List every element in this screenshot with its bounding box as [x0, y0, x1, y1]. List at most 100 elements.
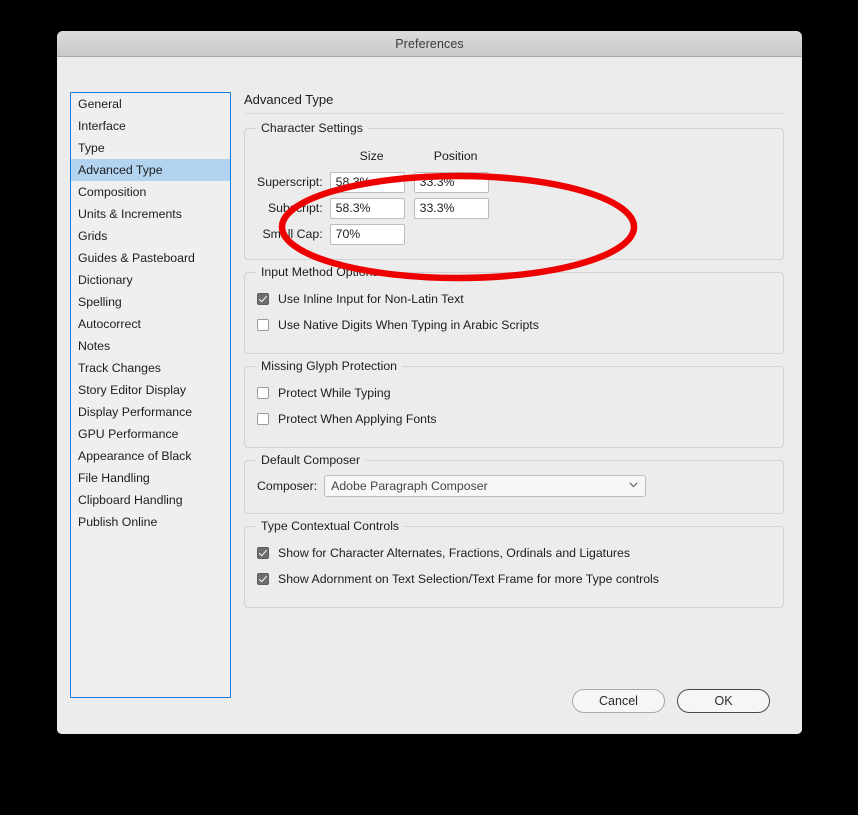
- sidebar-item-label: Track Changes: [78, 361, 161, 375]
- sidebar-item-spelling[interactable]: Spelling: [71, 291, 230, 313]
- checkbox-row-use-inline-input[interactable]: Use Inline Input for Non-Latin Text: [257, 288, 771, 310]
- subscript-position-input[interactable]: [413, 197, 489, 219]
- preferences-category-list[interactable]: General Interface Type Advanced Type Composi…: [70, 92, 231, 698]
- dialog-buttons: Cancel OK: [572, 689, 770, 713]
- table-row: Subscript:: [257, 195, 498, 221]
- superscript-size-input[interactable]: [329, 171, 405, 193]
- cell-small-cap-size: [329, 221, 414, 247]
- sidebar-item-label: Dictionary: [78, 273, 133, 287]
- sidebar-item-label: Clipboard Handling: [78, 493, 183, 507]
- cell-superscript-position: [413, 169, 498, 195]
- checkbox-icon[interactable]: [257, 319, 269, 331]
- small-cap-size-input[interactable]: [329, 223, 405, 245]
- window-title: Preferences: [395, 36, 464, 51]
- sidebar-item-notes[interactable]: Notes: [71, 335, 230, 357]
- checkbox-icon[interactable]: [257, 573, 269, 585]
- checkbox-row-use-native-digits[interactable]: Use Native Digits When Typing in Arabic …: [257, 314, 771, 336]
- checkbox-label: Protect When Applying Fonts: [278, 412, 437, 426]
- cell-subscript-size: [329, 195, 414, 221]
- sidebar-item-gpu-performance[interactable]: GPU Performance: [71, 423, 230, 445]
- group-default-composer: Default Composer Composer: Adobe Paragra…: [244, 453, 784, 514]
- checkbox-row-show-adornment[interactable]: Show Adornment on Text Selection/Text Fr…: [257, 568, 771, 590]
- checkbox-row-protect-while-typing[interactable]: Protect While Typing: [257, 382, 771, 404]
- checkbox-row-show-character-alternates[interactable]: Show for Character Alternates, Fractions…: [257, 542, 771, 564]
- label-subscript: Subscript:: [267, 201, 323, 215]
- group-type-contextual-controls: Type Contextual Controls Show for Charac…: [244, 519, 784, 608]
- sidebar-item-composition[interactable]: Composition: [71, 181, 230, 203]
- cancel-button[interactable]: Cancel: [572, 689, 665, 713]
- checkbox-label: Use Native Digits When Typing in Arabic …: [278, 318, 539, 332]
- page-title: Advanced Type: [244, 92, 784, 114]
- sidebar-item-label: Spelling: [78, 295, 122, 309]
- sidebar-item-label: Grids: [78, 229, 108, 243]
- character-settings-table: Size Position Superscript: Subscript:: [257, 143, 498, 247]
- character-settings-header-row: Size Position: [257, 143, 498, 169]
- composer-field-label: Composer:: [257, 479, 318, 493]
- superscript-position-input[interactable]: [413, 171, 489, 193]
- group-legend-input-method-options: Input Method Options: [256, 265, 384, 279]
- sidebar-item-type[interactable]: Type: [71, 137, 230, 159]
- sidebar-item-advanced-type[interactable]: Advanced Type: [71, 159, 230, 181]
- checkbox-label: Show for Character Alternates, Fractions…: [278, 546, 630, 560]
- sidebar-item-interface[interactable]: Interface: [71, 115, 230, 137]
- sidebar-item-dictionary[interactable]: Dictionary: [71, 269, 230, 291]
- group-legend-type-contextual-controls: Type Contextual Controls: [256, 519, 405, 533]
- table-row: Small Cap:: [257, 221, 498, 247]
- sidebar-item-label: Interface: [78, 119, 126, 133]
- column-header-position: Position: [433, 149, 478, 163]
- sidebar-item-label: Guides & Pasteboard: [78, 251, 195, 265]
- checkbox-label: Show Adornment on Text Selection/Text Fr…: [278, 572, 659, 586]
- checkbox-icon[interactable]: [257, 413, 269, 425]
- group-legend-missing-glyph-protection: Missing Glyph Protection: [256, 359, 403, 373]
- group-legend-character-settings: Character Settings: [256, 121, 368, 135]
- cell-subscript-position: [413, 195, 498, 221]
- checkbox-icon[interactable]: [257, 387, 269, 399]
- checkbox-label: Use Inline Input for Non-Latin Text: [278, 292, 464, 306]
- checkbox-row-protect-when-applying-fonts[interactable]: Protect When Applying Fonts: [257, 408, 771, 430]
- sidebar-item-label: GPU Performance: [78, 427, 179, 441]
- window-body: General Interface Type Advanced Type Composi…: [57, 57, 802, 734]
- sidebar-item-label: Publish Online: [78, 515, 158, 529]
- group-character-settings: Character Settings Size Position Supersc…: [244, 121, 784, 260]
- sidebar-item-label: Appearance of Black: [78, 449, 192, 463]
- sidebar-item-story-editor-display[interactable]: Story Editor Display: [71, 379, 230, 401]
- sidebar-item-label: Story Editor Display: [78, 383, 186, 397]
- sidebar-item-publish-online[interactable]: Publish Online: [71, 511, 230, 533]
- sidebar-item-clipboard-handling[interactable]: Clipboard Handling: [71, 489, 230, 511]
- label-superscript: Superscript:: [257, 175, 323, 189]
- cell-superscript-size: [329, 169, 414, 195]
- group-legend-default-composer: Default Composer: [256, 453, 366, 467]
- spacer-cell: [257, 143, 330, 169]
- composer-select[interactable]: Adobe Paragraph Composer: [324, 475, 647, 497]
- sidebar-item-units-increments[interactable]: Units & Increments: [71, 203, 230, 225]
- checkbox-icon[interactable]: [257, 293, 269, 305]
- sidebar-item-appearance-of-black[interactable]: Appearance of Black: [71, 445, 230, 467]
- subscript-size-input[interactable]: [329, 197, 405, 219]
- sidebar-item-general[interactable]: General: [71, 93, 230, 115]
- column-header-size: Size: [359, 149, 384, 163]
- composer-row: Composer: Adobe Paragraph Composer: [257, 475, 771, 497]
- sidebar-item-display-performance[interactable]: Display Performance: [71, 401, 230, 423]
- sidebar-item-label: General: [78, 97, 122, 111]
- checkbox-icon[interactable]: [257, 547, 269, 559]
- sidebar-item-label: Autocorrect: [78, 317, 141, 331]
- group-input-method-options: Input Method Options Use Inline Input fo…: [244, 265, 784, 354]
- sidebar-item-track-changes[interactable]: Track Changes: [71, 357, 230, 379]
- sidebar-item-label: Type: [78, 141, 105, 155]
- checkbox-label: Protect While Typing: [278, 386, 391, 400]
- sidebar-item-label: Display Performance: [78, 405, 193, 419]
- label-small-cap: Small Cap:: [262, 227, 323, 241]
- sidebar-item-label: Composition: [78, 185, 147, 199]
- window-titlebar: Preferences: [57, 31, 802, 57]
- sidebar-item-autocorrect[interactable]: Autocorrect: [71, 313, 230, 335]
- preferences-window: Preferences General Interface Type Advanced…: [57, 31, 802, 734]
- cell-empty: [414, 221, 498, 247]
- sidebar-item-guides-pasteboard[interactable]: Guides & Pasteboard: [71, 247, 230, 269]
- sidebar-item-file-handling[interactable]: File Handling: [71, 467, 230, 489]
- sidebar-item-label: Units & Increments: [78, 207, 182, 221]
- preferences-pane: Advanced Type Character Settings Size Po…: [244, 92, 784, 620]
- sidebar-item-grids[interactable]: Grids: [71, 225, 230, 247]
- group-missing-glyph-protection: Missing Glyph Protection Protect While T…: [244, 359, 784, 448]
- sidebar-item-label: Advanced Type: [78, 163, 163, 177]
- ok-button[interactable]: OK: [677, 689, 770, 713]
